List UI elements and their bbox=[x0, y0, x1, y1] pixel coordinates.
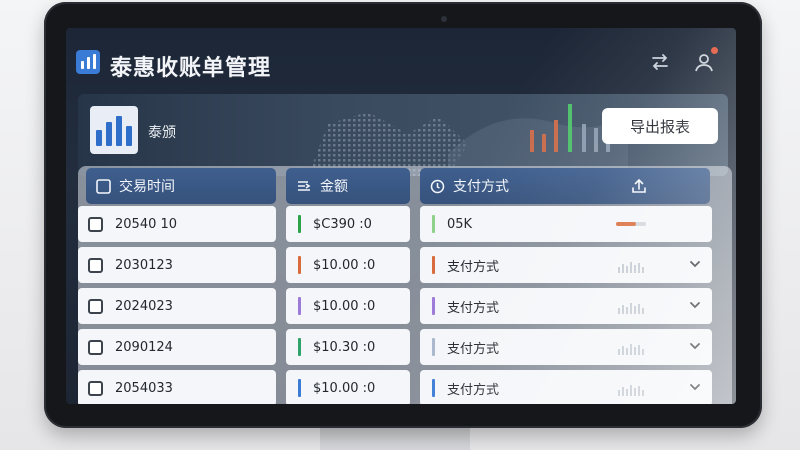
cell-method: 支付方式 bbox=[420, 288, 712, 324]
bar-chart-icon bbox=[90, 106, 138, 154]
table-row[interactable]: 2024023 $10.00 :0 支付方式 bbox=[78, 288, 724, 324]
method-text: 支付方式 bbox=[447, 341, 500, 357]
cell-date: 2030123 bbox=[78, 247, 276, 283]
cell-amount: $10.00 :0 bbox=[286, 247, 410, 283]
amount-color-bar bbox=[298, 215, 301, 233]
cell-amount: $C390 :0 bbox=[286, 206, 410, 242]
date-text: 2054033 bbox=[115, 380, 173, 396]
table-row[interactable]: 2030123 $10.00 :0 支付方式 bbox=[78, 247, 724, 283]
method-text: 支付方式 bbox=[447, 382, 500, 398]
export-report-button[interactable]: 导出报表 bbox=[602, 108, 718, 144]
method-color-bar bbox=[432, 215, 435, 233]
swap-icon[interactable] bbox=[648, 50, 672, 74]
method-text: 支付方式 bbox=[447, 300, 500, 316]
cell-amount: $10.30 :0 bbox=[286, 329, 410, 365]
cell-method: 05K bbox=[420, 206, 712, 242]
cell-date: 20540 10 bbox=[78, 206, 276, 242]
amount-text: $10.00 :0 bbox=[313, 298, 376, 314]
column-label-method: 支付方式 bbox=[453, 179, 509, 195]
amount-text: $C390 :0 bbox=[313, 216, 372, 232]
column-header-amount[interactable]: 金额 bbox=[286, 168, 410, 204]
app-title: 泰惠收账单管理 bbox=[110, 56, 272, 81]
cell-method: 支付方式 bbox=[420, 329, 712, 365]
column-header-method[interactable]: 支付方式 bbox=[420, 168, 710, 204]
amount-color-bar bbox=[298, 379, 301, 397]
date-text: 2030123 bbox=[115, 257, 173, 273]
chevron-down-icon[interactable] bbox=[688, 257, 702, 275]
date-text: 2024023 bbox=[115, 298, 173, 314]
sparkline-icon bbox=[618, 262, 644, 273]
summary-banner: 泰颁 导出报表 bbox=[78, 94, 728, 176]
method-color-bar bbox=[432, 338, 435, 356]
method-color-bar bbox=[432, 297, 435, 315]
column-header-time[interactable]: 交易时间 bbox=[86, 168, 276, 204]
amount-color-bar bbox=[298, 256, 301, 274]
sort-icon bbox=[296, 179, 312, 193]
clock-icon bbox=[430, 179, 445, 194]
amount-color-bar bbox=[298, 297, 301, 315]
row-checkbox[interactable] bbox=[88, 380, 103, 396]
amount-text: $10.30 :0 bbox=[313, 339, 376, 355]
app-logo-icon bbox=[76, 50, 100, 74]
row-checkbox[interactable] bbox=[88, 298, 103, 314]
cell-amount: $10.00 :0 bbox=[286, 288, 410, 324]
row-checkbox[interactable] bbox=[88, 257, 103, 273]
row-checkbox[interactable] bbox=[88, 216, 103, 232]
chevron-down-icon[interactable] bbox=[688, 380, 702, 398]
table-row[interactable]: 2054033 $10.00 :0 支付方式 bbox=[78, 370, 724, 404]
column-label-time: 交易时间 bbox=[119, 179, 175, 195]
method-text: 支付方式 bbox=[447, 259, 500, 275]
sparkline-icon bbox=[618, 385, 644, 396]
app-window: 泰惠收账单管理 泰颁 导出报表 交易时间 金额 支付方式 20540 10 $C… bbox=[66, 28, 736, 404]
method-color-bar bbox=[432, 256, 435, 274]
chevron-down-icon[interactable] bbox=[688, 298, 702, 316]
table-header: 交易时间 金额 支付方式 bbox=[86, 168, 724, 206]
method-text: 05K bbox=[447, 216, 473, 232]
chevron-down-icon[interactable] bbox=[688, 339, 702, 357]
date-text: 2090124 bbox=[115, 339, 173, 355]
notification-badge bbox=[711, 47, 718, 54]
amount-text: $10.00 :0 bbox=[313, 380, 376, 396]
row-checkbox[interactable] bbox=[88, 339, 103, 355]
amount-text: $10.00 :0 bbox=[313, 257, 376, 273]
transactions-table: 交易时间 金额 支付方式 20540 10 $C390:0 05K 20301… bbox=[78, 166, 732, 404]
cell-method: 支付方式 bbox=[420, 370, 712, 404]
webcam bbox=[441, 16, 447, 22]
banner-decoration bbox=[308, 104, 628, 176]
cell-date: 2054033 bbox=[78, 370, 276, 404]
banner-label: 泰颁 bbox=[148, 125, 176, 141]
checkbox-icon[interactable] bbox=[96, 178, 111, 194]
sparkline-icon bbox=[618, 303, 644, 314]
user-icon[interactable] bbox=[692, 47, 718, 74]
cell-date: 2090124 bbox=[78, 329, 276, 365]
top-bar: 泰惠收账单管理 bbox=[66, 28, 736, 94]
column-label-amount: 金额 bbox=[320, 179, 348, 195]
upload-icon[interactable] bbox=[630, 177, 648, 199]
cell-method: 支付方式 bbox=[420, 247, 712, 283]
method-color-bar bbox=[432, 379, 435, 397]
sparkline-icon bbox=[618, 344, 644, 355]
cell-amount: $10.00 :0 bbox=[286, 370, 410, 404]
cell-date: 2024023 bbox=[78, 288, 276, 324]
date-text: 20540 10 bbox=[115, 216, 178, 232]
mini-progress-bar bbox=[616, 222, 646, 226]
table-row[interactable]: 20540 10 $C390 :0 05K bbox=[78, 206, 724, 242]
amount-color-bar bbox=[298, 338, 301, 356]
table-row[interactable]: 2090124 $10.30 :0 支付方式 bbox=[78, 329, 724, 365]
